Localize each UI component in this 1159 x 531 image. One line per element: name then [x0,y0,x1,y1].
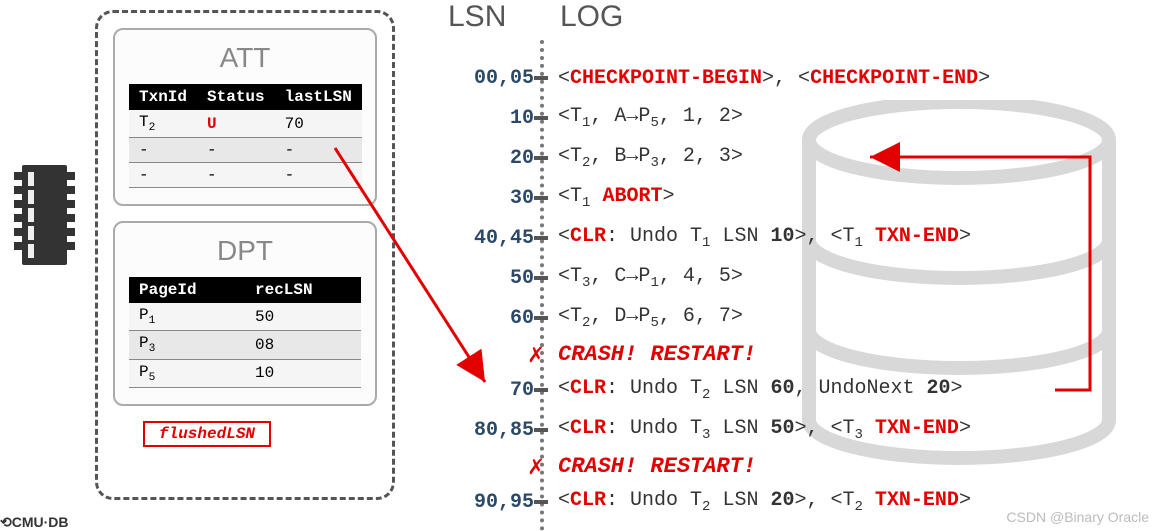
log-content: <T1 ABORT> [558,185,674,211]
cmu-db-logo: ⟲CMU·DB [0,514,69,531]
log-lsn: 50 [510,267,534,290]
log-lsn: 10 [510,107,534,130]
log-tick [534,116,548,120]
log-row-2: 20 <T2, B→P3, 2, 3> [0,138,1159,178]
log-content: <CLR: Undo T2 LSN 60, UndoNext 20> [558,377,963,403]
log-lsn: 30 [510,187,534,210]
log-lsn: 90,95 [474,491,534,514]
watermark: CSDN @Binary Oracle [1006,509,1149,525]
log-content: <CLR: Undo T2 LSN 20>, <T2 TXN-END> [558,489,971,515]
log-row-8: 70 <CLR: Undo T2 LSN 60, UndoNext 20> [0,370,1159,410]
log-tick [534,236,548,240]
log-lsn: 60 [510,307,534,330]
log-lsn: 80,85 [474,419,534,442]
log-tick [534,428,548,432]
log-tick [534,196,548,200]
crash-text: CRASH! RESTART! [558,342,756,367]
log-row-1: 10 <T1, A→P5, 1, 2> [0,98,1159,138]
log-row-4: 40,45 <CLR: Undo T1 LSN 10>, <T1 TXN-END> [0,218,1159,258]
log-content: <T2, D→P5, 6, 7> [558,305,743,331]
crash-x-icon: ✗ [528,451,544,482]
log-tick [534,76,548,80]
log-lsn: 40,45 [474,227,534,250]
log-content: <T1, A→P5, 1, 2> [558,105,743,131]
log-row-10: ✗ CRASH! RESTART! [0,446,1159,486]
crash-x-icon: ✗ [528,339,544,370]
log-lsn: 20 [510,147,534,170]
log-row-3: 30 <T1 ABORT> [0,178,1159,218]
log-content: <T2, B→P3, 2, 3> [558,145,743,171]
log-tick [534,388,548,392]
log-lsn: 70 [510,379,534,402]
log-content: <CLR: Undo T1 LSN 10>, <T1 TXN-END> [558,225,971,251]
log-row-9: 80,85 <CLR: Undo T3 LSN 50>, <T3 TXN-END> [0,410,1159,450]
log-row-11: 90,95 <CLR: Undo T2 LSN 20>, <T2 TXN-END> [0,482,1159,522]
log-row-5: 50 <T3, C→P1, 4, 5> [0,258,1159,298]
log-content: <CHECKPOINT-BEGIN>, <CHECKPOINT-END> [558,67,990,90]
crash-text: CRASH! RESTART! [558,454,756,479]
log-tick [534,316,548,320]
log-column-header: LOG [560,0,623,34]
log-content: <T3, C→P1, 4, 5> [558,265,743,291]
log-tick [534,156,548,160]
log-content: <CLR: Undo T3 LSN 50>, <T3 TXN-END> [558,417,971,443]
lsn-column-header: LSN [448,0,506,34]
log-row-0: 00,05 <CHECKPOINT-BEGIN>, <CHECKPOINT-END… [0,58,1159,98]
log-row-7: ✗ CRASH! RESTART! [0,334,1159,374]
log-row-6: 60 <T2, D→P5, 6, 7> [0,298,1159,338]
log-tick [534,276,548,280]
log-lsn: 00,05 [474,67,534,90]
log-tick [534,500,548,504]
